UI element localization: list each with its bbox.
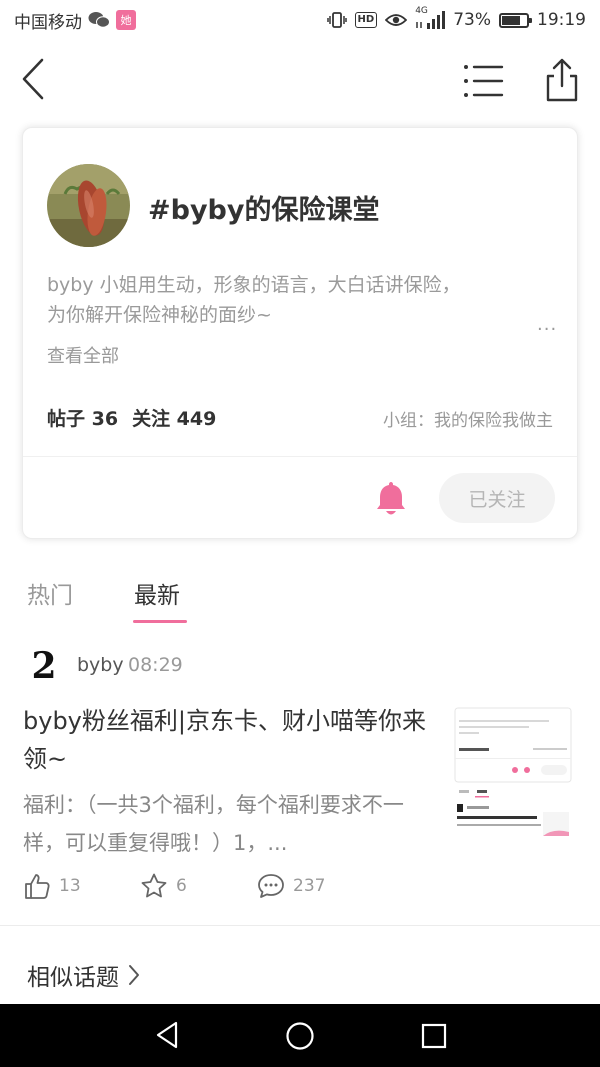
thumbnail-image <box>453 706 573 858</box>
app-badge-icon: 她 <box>116 10 136 30</box>
like-action[interactable]: 13 <box>23 872 81 900</box>
share-button[interactable] <box>542 56 582 104</box>
post-author[interactable]: byby <box>77 654 124 676</box>
author-avatar[interactable]: 2 <box>28 646 60 684</box>
battery-percent: 73% <box>453 10 491 30</box>
nav-home-icon[interactable] <box>285 1021 315 1051</box>
network-type: 4G <box>415 6 428 16</box>
post-actions: 13 6 237 <box>23 872 443 904</box>
similar-topics-label: 相似话题 <box>27 965 119 991</box>
chevron-right-icon <box>129 965 139 985</box>
favorite-action[interactable]: 6 <box>140 872 187 900</box>
follow-count: 关注 449 <box>132 408 217 430</box>
battery-icon <box>499 12 532 28</box>
vibrate-icon <box>326 12 347 28</box>
topic-description-line-2: 为你解开保险神秘的面纱~ <box>47 304 272 326</box>
group-link[interactable]: 小组： 我的保险我做主 <box>383 406 553 431</box>
view-all-link[interactable]: 查看全部 <box>47 342 119 368</box>
sweet-potato-image <box>47 164 130 247</box>
post-title[interactable]: byby粉丝福利|京东卡、财小喵等你来领~ <box>23 702 433 778</box>
battery-fill <box>502 15 520 25</box>
star-icon <box>141 873 167 898</box>
like-count: 13 <box>59 876 81 896</box>
comment-icon <box>258 874 284 898</box>
more-indicator: ... <box>537 314 558 335</box>
status-right: HD 4G 73% 19:19 <box>326 6 586 30</box>
followed-button[interactable]: 已关注 <box>439 473 555 523</box>
post-item[interactable]: 2 byby 08:29 byby粉丝福利|京东卡、财小喵等你来领~ 福利：（一… <box>0 640 600 924</box>
favorite-count: 6 <box>176 876 187 896</box>
card-divider <box>23 456 577 457</box>
post-time: 08:29 <box>128 654 183 676</box>
system-nav-bar <box>0 1004 600 1067</box>
list-button[interactable] <box>462 62 506 100</box>
comment-count: 237 <box>293 876 326 896</box>
topic-description: byby 小姐用生动，形象的语言，大白话讲保险， 为你解开保险神秘的面纱~ <box>47 270 547 330</box>
feed-tabs: 热门 最新 <box>0 560 600 630</box>
topic-stats: 帖子 36 关注 449 <box>47 404 216 431</box>
comment-action[interactable]: 237 <box>257 872 325 900</box>
section-divider <box>0 925 600 926</box>
carrier-name: 中国移动 <box>14 12 82 33</box>
topic-card: #byby的保险课堂 byby 小姐用生动，形象的语言，大白话讲保险， 为你解开… <box>22 127 578 539</box>
nav-back-icon[interactable] <box>154 1020 180 1050</box>
topic-avatar <box>47 164 130 247</box>
eye-icon <box>385 14 408 26</box>
tab-hot[interactable]: 热门 <box>27 576 73 610</box>
tab-new[interactable]: 最新 <box>134 576 180 610</box>
similar-topics-link[interactable]: 相似话题 <box>27 958 141 992</box>
svg-text:2: 2 <box>31 646 56 684</box>
topic-title: #byby的保险课堂 <box>148 195 380 226</box>
wechat-icon <box>88 12 110 28</box>
post-excerpt: 福利：（一共3个福利，每个福利要求不一样，可以重复得哦！）1，... <box>23 793 404 855</box>
topic-description-line-1: byby 小姐用生动，形象的语言，大白话讲保险， <box>47 274 461 296</box>
group-name: 我的保险我做主 <box>434 411 553 431</box>
hd-icon: HD <box>354 12 378 28</box>
signal-indicator: 4G <box>415 6 446 30</box>
top-nav <box>0 40 600 122</box>
thumbs-up-icon <box>25 874 50 899</box>
status-left: 中国移动 她 <box>14 8 136 33</box>
bell-icon[interactable] <box>375 480 407 518</box>
back-button[interactable] <box>16 56 50 102</box>
posts-count: 帖子 36 <box>47 408 119 430</box>
nav-recent-apps-icon[interactable] <box>421 1023 447 1049</box>
clock: 19:19 <box>537 10 586 30</box>
status-bar: 中国移动 她 HD 4G 73% 19:19 <box>0 0 600 40</box>
post-thumbnail[interactable] <box>453 706 573 858</box>
group-prefix: 小组： <box>383 411 434 431</box>
active-tab-indicator <box>133 620 187 623</box>
